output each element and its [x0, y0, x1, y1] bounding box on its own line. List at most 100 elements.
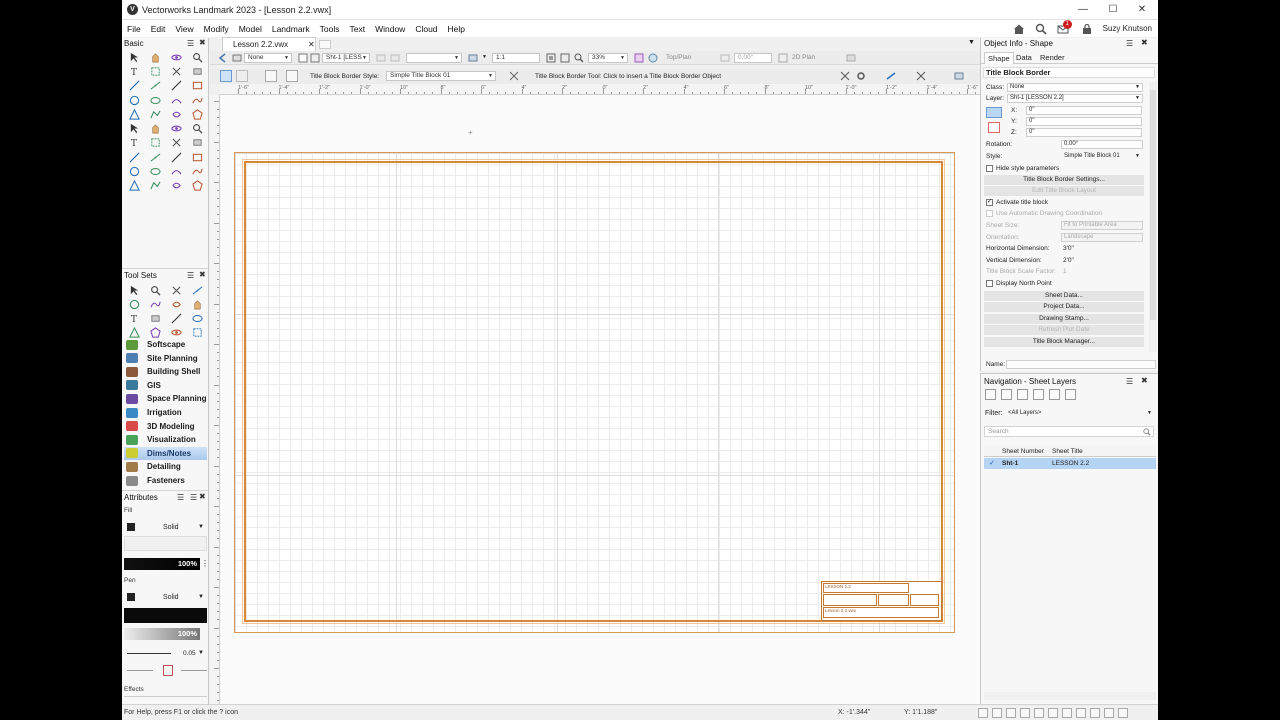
render-mode-icon[interactable]	[648, 53, 658, 63]
mode-button-2[interactable]	[286, 70, 298, 82]
alignment-mode-button[interactable]	[236, 70, 248, 82]
name-field[interactable]	[1006, 360, 1156, 369]
dim-angular-icon[interactable]	[187, 283, 208, 297]
orientation-dropdown[interactable]: Landscape	[1061, 233, 1143, 242]
snap-grid-icon[interactable]	[916, 71, 926, 81]
fill-opacity[interactable]: 100%	[124, 558, 200, 570]
menu-model[interactable]: Model	[234, 20, 267, 34]
toolset-softscape[interactable]: Softscape	[124, 338, 207, 351]
arc-icon[interactable]	[166, 93, 187, 107]
hatch-icon[interactable]	[187, 64, 208, 78]
clip-icon[interactable]: T	[124, 136, 145, 150]
zoom-icon[interactable]	[574, 53, 584, 63]
menu-landmark[interactable]: Landmark	[267, 20, 315, 34]
gear-icon[interactable]	[856, 71, 866, 81]
snap-tangent-icon[interactable]	[1048, 708, 1058, 718]
grid-snap-icon[interactable]	[634, 53, 644, 63]
edit-layout-button[interactable]: Edit Title Block Layout	[984, 186, 1144, 196]
layer-options-icon[interactable]	[376, 53, 386, 63]
search-input[interactable]: Search	[984, 426, 1154, 437]
bounding-box-icon[interactable]	[988, 122, 1000, 133]
line-markers-row[interactable]	[124, 664, 207, 676]
close-palette-icon[interactable]: ✖	[199, 38, 206, 47]
toolset-building-shell[interactable]: Building Shell	[124, 365, 207, 378]
light-icon[interactable]	[846, 53, 856, 63]
polyline-icon[interactable]	[145, 107, 166, 121]
duplicate-icon[interactable]	[1017, 389, 1028, 400]
protractor-icon[interactable]	[124, 179, 145, 193]
scale-icon[interactable]	[468, 53, 478, 63]
title-block-manager-button[interactable]: Title Block Manager...	[984, 337, 1144, 347]
menu-window[interactable]: Window	[370, 20, 410, 34]
edit-icon[interactable]	[1049, 389, 1060, 400]
menu-help[interactable]: Help	[443, 20, 470, 34]
new-tab-button[interactable]	[319, 40, 331, 49]
palette-menu-icon[interactable]: ☰	[187, 271, 194, 280]
close-palette-icon[interactable]: ✖	[199, 270, 206, 279]
chevron-down-icon[interactable]: ▼	[482, 54, 487, 60]
user-name[interactable]: Suzy Knutson	[1103, 24, 1152, 33]
projection-label[interactable]: 2D Plan	[792, 54, 815, 61]
plan-rotation-icon[interactable]	[778, 53, 788, 63]
mirror-icon[interactable]	[145, 136, 166, 150]
symbol-icon[interactable]	[166, 179, 187, 193]
minimize-button[interactable]: —	[1068, 2, 1098, 18]
page-icon[interactable]	[145, 179, 166, 193]
close-palette-icon[interactable]: ✖	[199, 492, 206, 501]
palette-menu-icon[interactable]: ☰	[177, 493, 184, 502]
rotation-field[interactable]: 0.00°	[734, 53, 772, 63]
z-field[interactable]: 0"	[1026, 128, 1142, 137]
rectangle-icon[interactable]	[187, 79, 208, 93]
toolset-dims-notes[interactable]: Dims/Notes	[124, 446, 207, 460]
snap-grid-icon[interactable]	[978, 708, 988, 718]
selection-icon[interactable]	[124, 50, 145, 64]
document-tab[interactable]: Lesson 2.2.vwx ✕	[222, 37, 316, 51]
rotation-field[interactable]: 0.00°	[1061, 140, 1143, 149]
horizontal-dimension-value[interactable]: 3'0"	[1063, 245, 1074, 252]
style-dropdown[interactable]: Simple Title Block 01 ▼	[1061, 152, 1143, 161]
fill-style-dropdown[interactable]: Solid ▼	[124, 521, 207, 533]
class-options-icon[interactable]	[390, 53, 400, 63]
snap-angle-icon[interactable]	[1034, 708, 1044, 718]
refresh-plot-date-button[interactable]: Refresh Plot Date	[984, 325, 1144, 335]
toolset-fasteners[interactable]: Fasteners	[124, 474, 207, 487]
rotation-icon[interactable]	[720, 53, 730, 63]
section-marker-icon[interactable]	[145, 311, 166, 325]
filter-dropdown[interactable]: <All Layers> ▼	[1005, 409, 1155, 418]
title-block-border-icon[interactable]	[187, 297, 208, 311]
scale-factor-value[interactable]: 1	[1063, 268, 1067, 275]
saved-views-dropdown[interactable]: ▼	[406, 53, 462, 63]
palette-menu-icon[interactable]: ☰	[187, 39, 194, 48]
pen-style-dropdown[interactable]: Solid ▼	[124, 591, 207, 603]
toolset-gis[interactable]: GIS	[124, 379, 207, 392]
class-icon[interactable]	[232, 53, 242, 63]
north-point-checkbox[interactable]	[986, 280, 993, 287]
settings-icon[interactable]	[1118, 708, 1128, 718]
mode-button-1[interactable]	[265, 70, 277, 82]
toolset-3d-modeling[interactable]: 3D Modeling	[124, 420, 207, 433]
chevron-down-icon[interactable]: ▼	[968, 39, 975, 46]
style-dropdown[interactable]: Simple Title Block 01 ▼	[386, 71, 496, 81]
spiral-icon[interactable]	[124, 121, 145, 135]
snap-icon[interactable]	[840, 71, 850, 81]
insertion-mode-button[interactable]	[220, 70, 232, 82]
pen-opacity[interactable]: 100%	[124, 628, 200, 640]
toolset-site-planning[interactable]: Site Planning	[124, 352, 207, 365]
opacity-menu-icon[interactable]: ⋮	[201, 559, 209, 568]
object-info-scrollbar[interactable]	[1149, 82, 1157, 352]
dimension-icon[interactable]	[166, 79, 187, 93]
zoom-field[interactable]: 33% ▼	[588, 53, 628, 63]
active-class-dropdown[interactable]: None ▼	[244, 53, 292, 63]
palette-menu-icon[interactable]: ☰	[190, 493, 197, 502]
preferences-icon[interactable]	[509, 71, 519, 81]
marquee-icon[interactable]	[145, 64, 166, 78]
tape-icon[interactable]	[187, 164, 208, 178]
polygon-icon[interactable]	[166, 107, 187, 121]
lock-icon[interactable]	[1081, 23, 1093, 35]
title-block-icon[interactable]: T	[124, 311, 145, 325]
tab-data[interactable]: Data	[1013, 53, 1035, 62]
border-settings-button[interactable]: Title Block Border Settings...	[984, 175, 1144, 185]
callout-icon[interactable]	[124, 297, 145, 311]
snap-object-icon[interactable]	[992, 708, 1002, 718]
palette-menu-icon[interactable]: ☰	[1126, 39, 1133, 48]
